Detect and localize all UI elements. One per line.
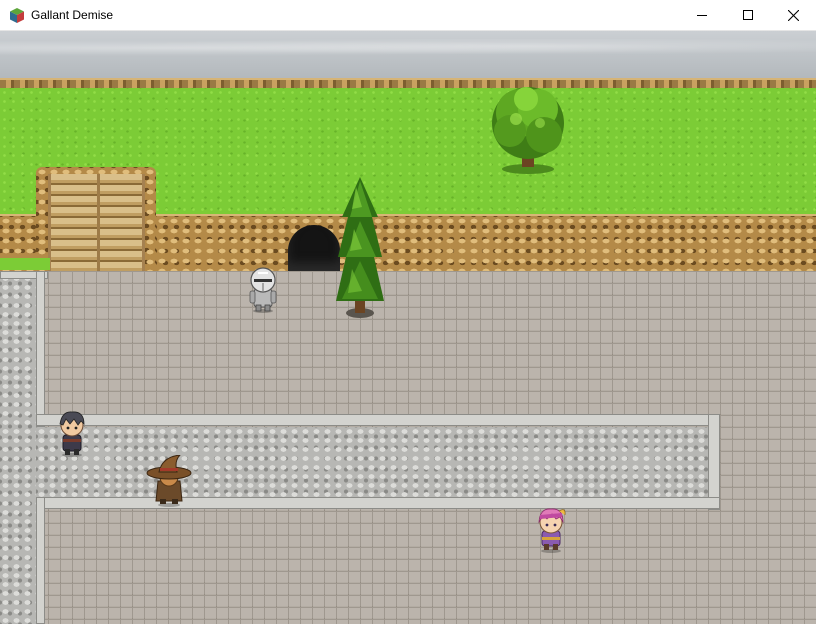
- curb: [36, 497, 45, 624]
- maximize-button[interactable]: [725, 0, 771, 30]
- armored-knight-sprite[interactable]: [246, 267, 280, 313]
- minimize-icon: [697, 15, 707, 16]
- close-icon: [787, 9, 799, 21]
- stone-stairs: [48, 174, 145, 271]
- maximize-icon: [743, 10, 753, 20]
- round-tree: [492, 87, 564, 174]
- minimize-button[interactable]: [679, 0, 725, 30]
- window-title: Gallant Demise: [31, 8, 114, 22]
- sky-background: [0, 31, 816, 81]
- grass-edge: [0, 258, 50, 270]
- title-bar: Gallant Demise: [0, 0, 816, 31]
- curb: [36, 497, 720, 509]
- close-button[interactable]: [770, 0, 816, 30]
- tall-conifer-tree: [336, 177, 384, 318]
- pink-haired-girl-sprite[interactable]: [532, 505, 570, 553]
- curb: [36, 414, 720, 426]
- curb: [708, 414, 720, 510]
- cobblestone-strip: [0, 274, 36, 624]
- cobblestone-path: [36, 427, 708, 497]
- dark-haired-man-sprite[interactable]: [54, 409, 90, 457]
- game-canvas[interactable]: [0, 31, 816, 624]
- witch-with-brown-hat-sprite[interactable]: [146, 455, 192, 507]
- curb: [36, 271, 45, 427]
- app-icon: [9, 7, 25, 24]
- cave-entrance: [288, 225, 340, 271]
